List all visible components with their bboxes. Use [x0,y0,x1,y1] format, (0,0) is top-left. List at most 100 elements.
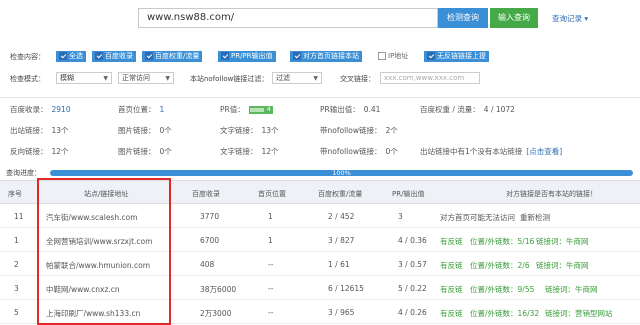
header-no: 序号 [8,190,22,198]
stat-value: 12个 [51,147,69,156]
cell-pr: 4 / 0.26 [398,308,427,317]
chevron-down-icon: ▼ [313,75,318,82]
cell-status: 有反链 [440,309,463,318]
query-button[interactable]: 检测查询 [438,8,488,28]
cell-position: -- [268,308,274,317]
pr-badge: 4 [248,106,273,114]
stat-label: 图片链接： [118,147,156,156]
cell-pr: 5 / 0.22 [398,284,427,293]
enter-query-button[interactable]: 输入查询 [490,8,538,28]
exchange-label: 交叉链接： [340,75,375,83]
header-baidu: 百度收录 [192,190,220,198]
cell-no: 11 [14,212,24,221]
cell-status: 有反链 [440,237,463,246]
recheck-link[interactable]: 重新检测 [520,212,550,223]
checkbox-icon [95,52,103,60]
pr-value: 4 [266,106,271,113]
stat-value: 12个 [261,147,279,156]
mode-value: 模糊 [60,74,74,82]
cell-position-links: 位置/外链数：2/6 [470,261,530,270]
stat-value: 0个 [385,147,398,156]
nofollow-select[interactable]: 过滤 ▼ [272,72,322,84]
stat-image-links: 图片链接： 0个 [118,125,172,136]
check-label: 百度收录 [105,52,133,60]
cell-position-links: 位置/外链数：5/16 [470,237,535,246]
check-ip[interactable]: IP地址 [378,51,408,62]
stat-label: PR输出值： [320,105,360,114]
highlight-box [37,178,171,325]
nofollow-value: 过滤 [276,74,290,82]
cell-position: 1 [268,212,273,221]
progress-percent: 100% [332,169,351,177]
mode-label: 检查模式： [10,75,45,83]
check-baidu-index[interactable]: 百度收录 [92,51,136,62]
stat-value: 4 / 1072 [483,105,515,114]
history-link[interactable]: 查询记录 ▾ [552,13,588,24]
check-content-label: 检查内容： [10,53,45,61]
cell-weight: 6 / 12615 [328,284,364,293]
check-select-all[interactable]: 全选 [56,51,86,62]
stat-label: PR值： [220,105,245,114]
cell-baidu: 2万3000 [200,309,232,318]
access-select[interactable]: 正常访问 ▼ [118,72,174,84]
stat-value: 0.41 [363,105,381,114]
cell-weight: 3 / 965 [328,308,355,317]
checkbox-icon [427,52,435,60]
url-input[interactable]: www.nsw88.com/ [138,8,438,28]
divider [0,97,640,98]
cell-baidu: 6700 [200,236,220,245]
exchange-input[interactable]: xxx.com,www.xxx.com [380,72,480,84]
stat-label: 带nofollow链接： [320,147,382,156]
stat-label: 反向链接： [10,147,48,156]
check-pr[interactable]: PR/PR输出值 [218,51,276,62]
stat-label: 百度权重 / 流量： [420,105,480,114]
cell-pr: 4 / 0.36 [398,236,427,245]
stat-value: 13个 [261,126,279,135]
check-label: 百度权重/流量 [155,52,200,60]
cell-status: 对方首页可能无法访问 [440,213,515,222]
cell-status: 有反链 [440,261,463,270]
stat-backlinks: 反向链接： 12个 [10,146,69,157]
mode-select[interactable]: 模糊 ▼ [56,72,112,84]
cell-no: 2 [14,260,19,269]
stat-value: 13个 [51,126,69,135]
cell-no: 1 [14,236,19,245]
check-label: 全选 [69,52,83,60]
stat-label: 出站链接中有1个没有本站链接 [420,147,523,156]
check-no-backlink[interactable]: 无反链链接上提 [424,51,489,62]
progress-label: 查询进度： [6,169,41,177]
stat-pr: PR值： 4 [220,104,273,115]
stat-label: 文字链接： [220,147,258,156]
cell-weight: 2 / 452 [328,212,355,221]
header-position: 首页位置 [258,190,286,198]
chevron-down-icon: ▼ [165,75,170,82]
stat-value: 2个 [385,126,398,135]
cell-position-links: 位置/外链数：9/55 [470,285,535,294]
cell-pr: 3 / 0.57 [398,260,427,269]
stat-label: 文字链接： [220,126,258,135]
checkbox-icon [378,52,386,60]
stat-text-backlinks: 文字链接： 12个 [220,146,279,157]
stat-home-position: 首页位置： 1 [118,104,164,115]
check-label: PR/PR输出值 [231,52,273,60]
stat-outbound: 出站链接： 13个 [10,125,69,136]
cell-pr: 3 [398,212,403,221]
cell-status: 有反链 [440,285,463,294]
stat-baidu-weight: 百度权重 / 流量： 4 / 1072 [420,104,515,115]
stat-missing-link-note: 出站链接中有1个没有本站链接 [点击查看] [420,146,562,157]
view-link[interactable]: [点击查看] [526,147,562,156]
cell-anchor-text: 链接词：牛商网 [536,237,589,246]
access-value: 正常访问 [122,74,150,82]
checkbox-icon [293,52,301,60]
progress-bar: 100% [50,169,633,177]
check-baidu-weight[interactable]: 百度权重/流量 [142,51,203,62]
stat-value: 2910 [51,105,71,114]
cell-position: -- [268,284,274,293]
cell-position-links: 位置/外链数：16/32 [470,309,540,318]
stat-baidu-index: 百度收录： 2910 [10,104,71,115]
stat-label: 首页位置： [118,105,156,114]
check-label: 对方首页链接本站 [303,52,359,60]
cell-anchor-text: 链接词：营销型网站 [545,309,613,318]
check-homepage-link[interactable]: 对方首页链接本站 [290,51,362,62]
stat-image-backlinks: 图片链接： 0个 [118,146,172,157]
